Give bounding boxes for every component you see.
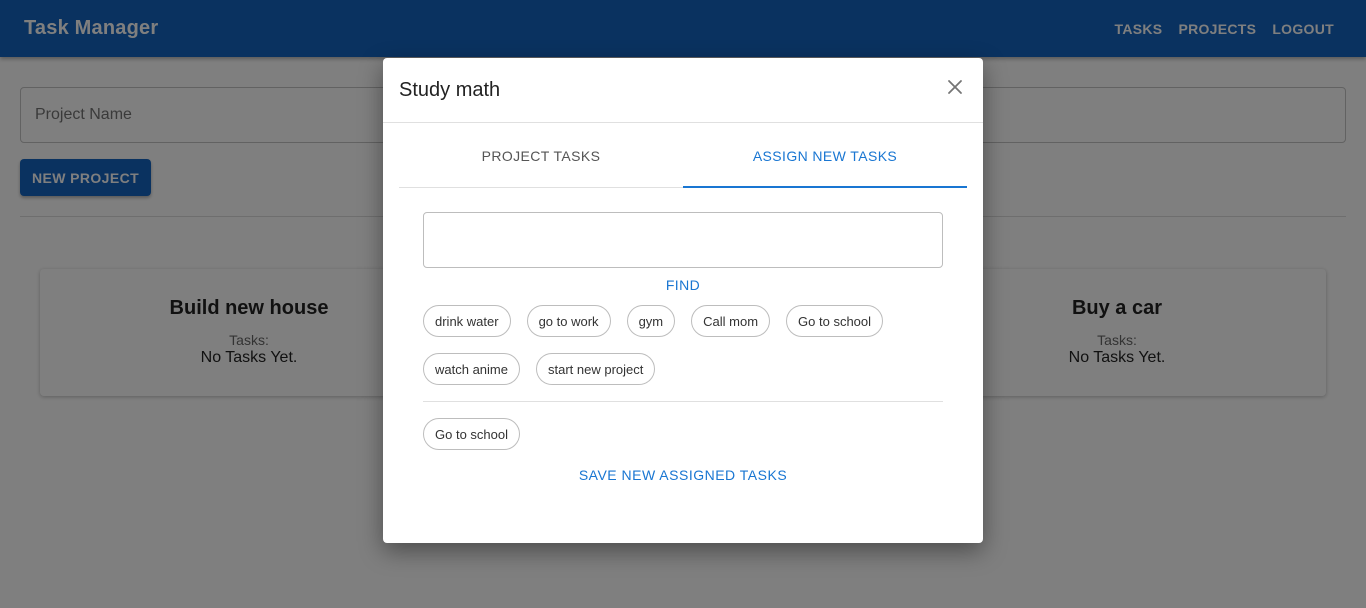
assigned-task-chip[interactable]: Go to school <box>423 418 520 450</box>
task-chip[interactable]: Go to school <box>786 305 884 337</box>
available-tasks-list: drink water go to work gym Call mom Go t… <box>423 305 943 385</box>
dialog-title: Study math <box>399 79 501 101</box>
find-button[interactable]: FIND <box>653 275 713 295</box>
save-assigned-tasks-button[interactable]: SAVE NEW ASSIGNED TASKS <box>563 465 803 485</box>
close-button[interactable] <box>943 75 967 99</box>
task-chip[interactable]: watch anime <box>423 353 520 385</box>
dialog-header: Study math <box>383 58 983 123</box>
task-chip[interactable]: gym <box>626 305 676 337</box>
task-chip[interactable]: Call mom <box>691 305 771 337</box>
close-icon <box>948 80 962 94</box>
task-chip[interactable]: start new project <box>535 353 656 385</box>
tab-project-tasks[interactable]: PROJECT TASKS <box>399 123 683 187</box>
tab-assign-new-tasks[interactable]: ASSIGN NEW TASKS <box>683 123 967 188</box>
task-search-field[interactable] <box>423 212 943 268</box>
task-chip[interactable]: drink water <box>423 305 511 337</box>
task-chip[interactable]: go to work <box>526 305 611 337</box>
task-search-input[interactable] <box>424 213 942 267</box>
assigned-tasks-list: Go to school <box>423 418 943 450</box>
dialog-divider <box>423 401 943 402</box>
dialog-tabs: PROJECT TASKS ASSIGN NEW TASKS <box>399 123 967 188</box>
project-dialog: Study math PROJECT TASKS ASSIGN NEW TASK… <box>383 58 983 543</box>
